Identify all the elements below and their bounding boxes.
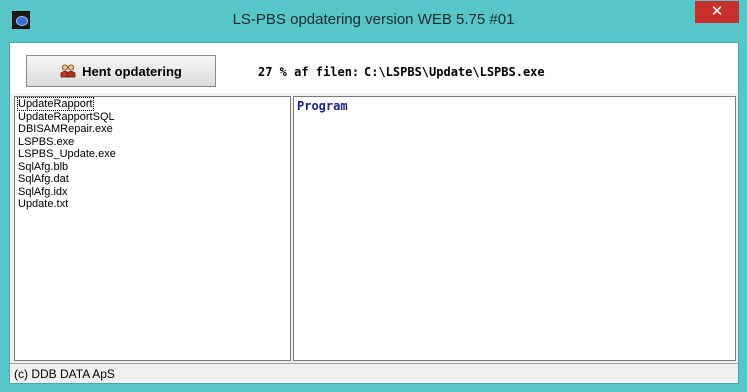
file-list-item[interactable]: SqlAfg.blb	[15, 161, 290, 174]
file-list[interactable]: UpdateRapport UpdateRapportSQL DBISAMRepai…	[14, 96, 291, 361]
file-list-item-label: UpdateRapportSQL	[18, 110, 115, 123]
people-icon	[60, 64, 76, 78]
file-list-item[interactable]: Update.txt	[15, 198, 290, 211]
file-list-item[interactable]: LSPBS_Update.exe	[15, 148, 290, 161]
current-file-path: C:\LSPBS\Update\LSPBS.exe	[364, 65, 545, 79]
client-area: Hent opdatering 27 % af filen: C:\LSPBS\…	[9, 42, 739, 384]
file-list-item-label: SqlAfg.idx	[18, 185, 68, 198]
close-button[interactable]: ✕	[695, 1, 739, 23]
program-panel[interactable]: Program	[293, 96, 736, 361]
file-list-item-label: SqlAfg.blb	[18, 160, 69, 173]
file-list-item-label: Update.txt	[18, 198, 69, 210]
window-title: LS-PBS opdatering version WEB 5.75 #01	[232, 11, 515, 28]
toolbar: Hent opdatering 27 % af filen: C:\LSPBS\…	[10, 43, 738, 93]
file-list-item-label: UpdateRapport	[17, 97, 94, 111]
file-list-item[interactable]: SqlAfg.dat	[15, 173, 290, 186]
file-list-item-label: DBISAMRepair.exe	[18, 123, 113, 135]
application-window: LS-PBS opdatering version WEB 5.75 #01 ✕…	[0, 0, 747, 392]
close-icon: ✕	[710, 3, 724, 20]
file-list-item-label: LSPBS.exe	[18, 135, 75, 148]
file-list-item-label: LSPBS_Update.exe	[18, 148, 116, 160]
file-list-item-label: SqlAfg.dat	[18, 173, 69, 185]
file-list-item[interactable]: SqlAfg.idx	[15, 186, 290, 199]
file-list-item[interactable]: LSPBS.exe	[15, 136, 290, 149]
fetch-update-button[interactable]: Hent opdatering	[26, 55, 216, 87]
program-label: Program	[297, 99, 348, 113]
status-text: (c) DDB DATA ApS	[14, 367, 115, 381]
status-bar: (c) DDB DATA ApS	[10, 363, 738, 383]
progress-text: 27 % af filen:	[258, 65, 360, 79]
file-list-item[interactable]: UpdateRapport	[15, 97, 290, 111]
title-bar[interactable]: LS-PBS opdatering version WEB 5.75 #01 ✕	[0, 0, 747, 42]
file-list-item[interactable]: DBISAMRepair.exe	[15, 123, 290, 136]
fetch-update-label: Hent opdatering	[82, 63, 182, 79]
file-list-item[interactable]: UpdateRapportSQL	[15, 111, 290, 124]
